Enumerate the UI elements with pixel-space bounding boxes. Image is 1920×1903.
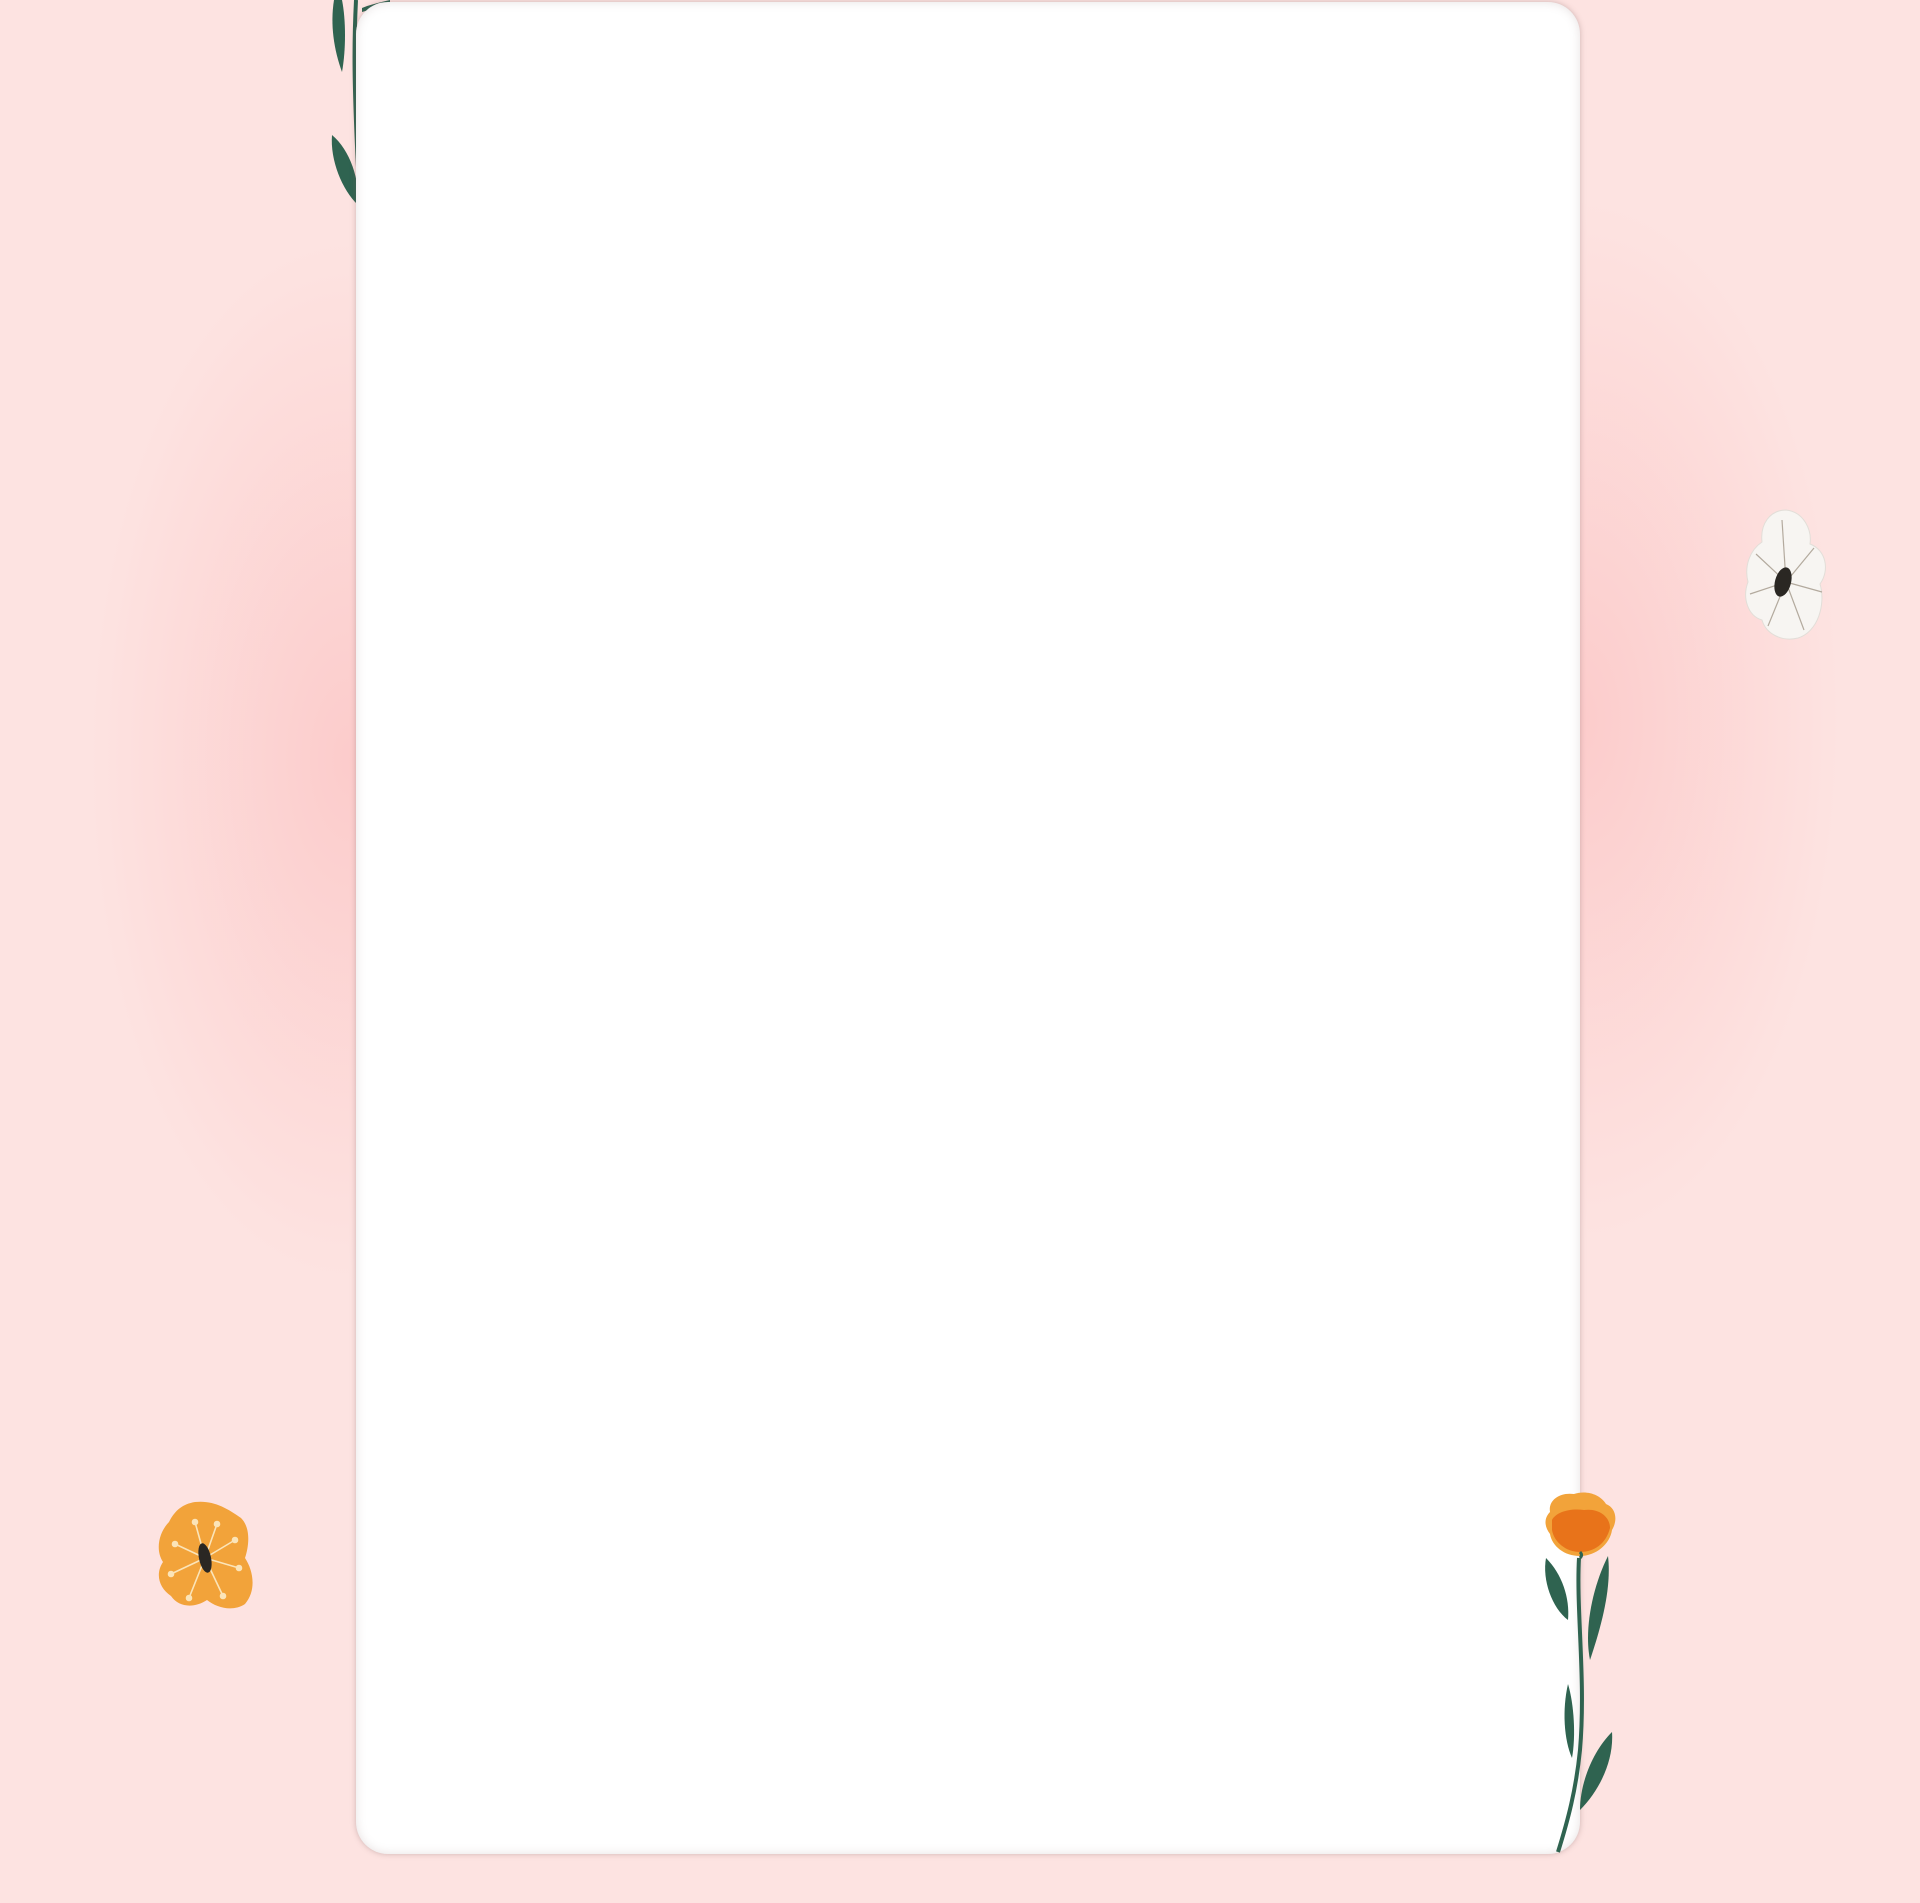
yellow-flower-icon [158, 1501, 253, 1609]
orange-poppy-flower-icon [1545, 1492, 1616, 1853]
blank-card [356, 2, 1580, 1854]
white-flower-icon [1745, 509, 1826, 640]
